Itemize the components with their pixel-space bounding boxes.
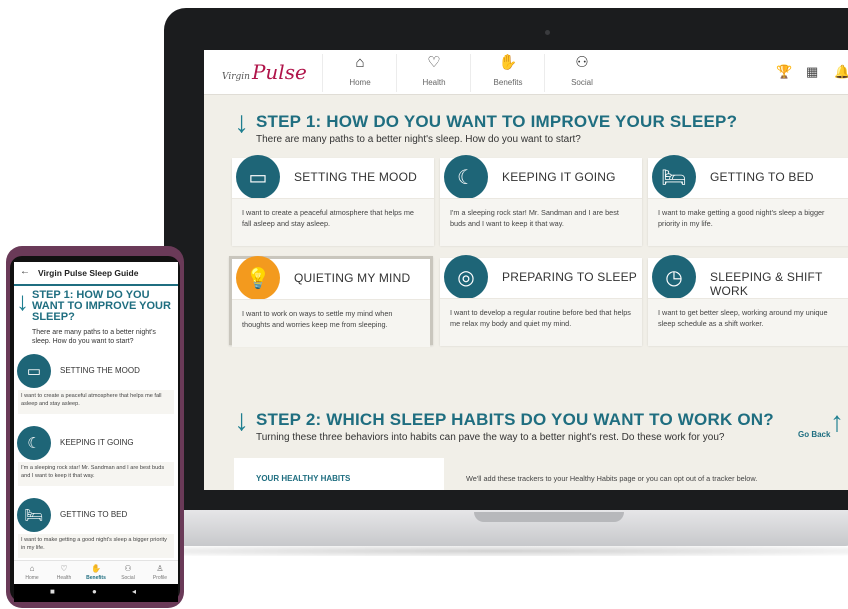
virgin-pulse-logo[interactable]: Virgin Pulse (222, 60, 307, 84)
lightbulb-icon: 💡 (236, 256, 280, 300)
card-sleeping-shift-work[interactable]: ◷ SLEEPING & SHIFT WORK I want to get bet… (648, 255, 848, 346)
moon-icon: ☾ (17, 426, 51, 460)
benefits-hand-icon: ✋ (498, 54, 518, 71)
up-arrow-icon[interactable]: ↑ (830, 406, 844, 438)
go-back-link[interactable]: Go Back (798, 430, 830, 439)
trophy-icon[interactable]: 🏆 (776, 64, 792, 80)
tab-social[interactable]: ⚇ Social (112, 564, 144, 581)
laptop-shadow (140, 546, 848, 556)
home-icon: ⌂ (355, 54, 365, 71)
tab-benefits[interactable]: ✋ Benefits (80, 564, 112, 581)
home-icon: ⌂ (29, 564, 35, 573)
phone-card-keeping-it-going[interactable]: ☾ KEEPING IT GOING I'm a sleeping rock s… (14, 426, 178, 488)
down-arrow-icon: ↓ (234, 404, 249, 437)
card-quieting-my-mind[interactable]: 💡 QUIETING MY MIND I want to work on ways… (229, 256, 433, 347)
nav-social[interactable]: ⚇ Social (544, 54, 619, 92)
nav-benefits[interactable]: ✋ Benefits (470, 54, 545, 92)
heart-icon: ♡ (60, 564, 68, 573)
back-icon[interactable]: ◂ (132, 587, 136, 596)
down-arrow-icon: ↓ (234, 106, 249, 139)
bed-frame-icon: ▭ (236, 155, 280, 199)
card-preparing-to-sleep[interactable]: ◎ PREPARING TO SLEEP I want to develop a … (440, 255, 642, 346)
people-icon: ⚇ (124, 564, 132, 573)
phone-screen: ← Virgin Pulse Sleep Guide ↓ STEP 1: HOW… (14, 262, 178, 584)
clock-icon: ◷ (652, 255, 696, 299)
card-setting-the-mood[interactable]: ▭ SETTING THE MOOD I want to create a pea… (232, 155, 434, 246)
down-arrow-icon: ↓ (16, 286, 29, 316)
phone-header: ← Virgin Pulse Sleep Guide (14, 262, 178, 286)
phone-tab-bar: ⌂ Home ♡ Health ✋ Benefits ⚇ Social ♙ Profile (14, 560, 178, 584)
slippers-icon: ◎ (444, 255, 488, 299)
phone-card-getting-to-bed[interactable]: 🛏 GETTING TO BED I want to make getting … (14, 498, 178, 560)
bed-frame-icon: ▭ (17, 354, 51, 388)
laptop-screen: Virgin Pulse ⌂ Home ♡ Health ✋ Benefits ⚇… (204, 50, 848, 490)
top-nav: Virgin Pulse ⌂ Home ♡ Health ✋ Benefits ⚇… (204, 50, 848, 95)
bed-icon: 🛏 (652, 155, 696, 199)
card-getting-to-bed[interactable]: 🛏 GETTING TO BED I want to make getting a… (648, 155, 848, 246)
tab-profile[interactable]: ♙ Profile (144, 564, 176, 581)
heart-icon: ♡ (427, 54, 441, 71)
step2-subtitle: Turning these three behaviors into habit… (256, 432, 725, 443)
step1-subtitle: There are many paths to a better night's… (256, 134, 581, 145)
calendar-icon[interactable]: ▦ (806, 64, 818, 80)
card-keeping-it-going[interactable]: ☾ KEEPING IT GOING I'm a sleeping rock st… (440, 155, 642, 246)
step1-title: STEP 1: HOW DO YOU WANT TO IMPROVE YOUR … (256, 112, 738, 131)
nav-health[interactable]: ♡ Health (396, 54, 471, 92)
phone-card-setting-the-mood[interactable]: ▭ SETTING THE MOOD I want to create a pe… (14, 354, 178, 416)
nav-home[interactable]: ⌂ Home (322, 54, 397, 92)
tab-health[interactable]: ♡ Health (48, 564, 80, 581)
stop-icon[interactable]: ■ (50, 587, 55, 596)
phone-step-title: STEP 1: HOW DO YOU WANT TO IMPROVE YOUR … (32, 289, 171, 323)
back-arrow-icon[interactable]: ← (20, 266, 30, 277)
person-icon: ♙ (156, 564, 164, 573)
healthy-habits-panel: YOUR HEALTHY HABITS (234, 458, 444, 490)
benefits-hand-icon: ✋ (91, 564, 101, 573)
bed-icon: 🛏 (17, 498, 51, 532)
step2-title: STEP 2: WHICH SLEEP HABITS DO YOU WANT T… (256, 410, 774, 429)
phone-softkeys: ■ ● ◂ (14, 584, 178, 602)
moon-icon: ☾ (444, 155, 488, 199)
laptop-notch (474, 512, 624, 522)
tab-home[interactable]: ⌂ Home (16, 564, 48, 581)
webcam (545, 30, 550, 35)
people-icon: ⚇ (575, 54, 589, 71)
habits-note: We'll add these trackers to your Healthy… (466, 474, 758, 483)
home-button-icon[interactable]: ● (92, 587, 97, 596)
phone-step-subtitle: There are many paths to a better night's… (32, 329, 156, 345)
bell-icon[interactable]: 🔔 (834, 64, 848, 80)
